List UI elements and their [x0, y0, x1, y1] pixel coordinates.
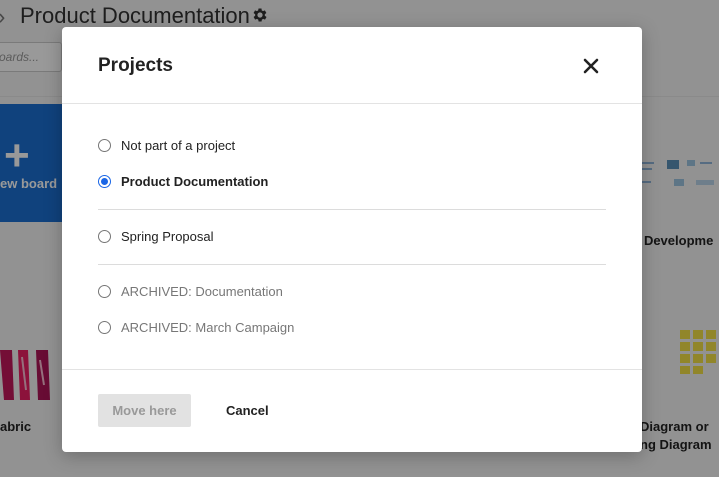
radio-button[interactable]	[98, 229, 111, 243]
close-icon[interactable]	[582, 57, 600, 75]
option-label: Not part of a project	[121, 137, 236, 153]
group-divider	[98, 264, 606, 265]
radio-button[interactable]	[98, 284, 111, 298]
move-here-button[interactable]: Move here	[98, 394, 191, 427]
project-options-list: Not part of a project Product Documentati…	[62, 104, 642, 370]
dialog-footer: Move here Cancel	[62, 370, 642, 451]
option-label: Spring Proposal	[121, 228, 214, 244]
option-label: Product Documentation	[121, 173, 269, 189]
option-label: ARCHIVED: March Campaign	[121, 319, 295, 335]
cancel-button[interactable]: Cancel	[214, 394, 281, 427]
project-option-none[interactable]: Not part of a project	[98, 135, 235, 155]
project-option-archived-documentation[interactable]: ARCHIVED: Documentation	[98, 281, 283, 301]
project-option-archived-march-campaign[interactable]: ARCHIVED: March Campaign	[98, 317, 294, 337]
projects-dialog: Projects Not part of a project Product Do…	[62, 27, 642, 452]
dialog-title: Projects	[98, 55, 173, 76]
option-label: ARCHIVED: Documentation	[121, 283, 283, 299]
group-divider	[98, 209, 606, 210]
dialog-header: Projects	[62, 27, 642, 104]
radio-button[interactable]	[98, 320, 111, 334]
project-option-spring-proposal[interactable]: Spring Proposal	[98, 226, 214, 246]
radio-button[interactable]	[98, 138, 111, 152]
radio-button[interactable]	[98, 174, 111, 188]
project-option-product-documentation[interactable]: Product Documentation	[98, 171, 268, 191]
